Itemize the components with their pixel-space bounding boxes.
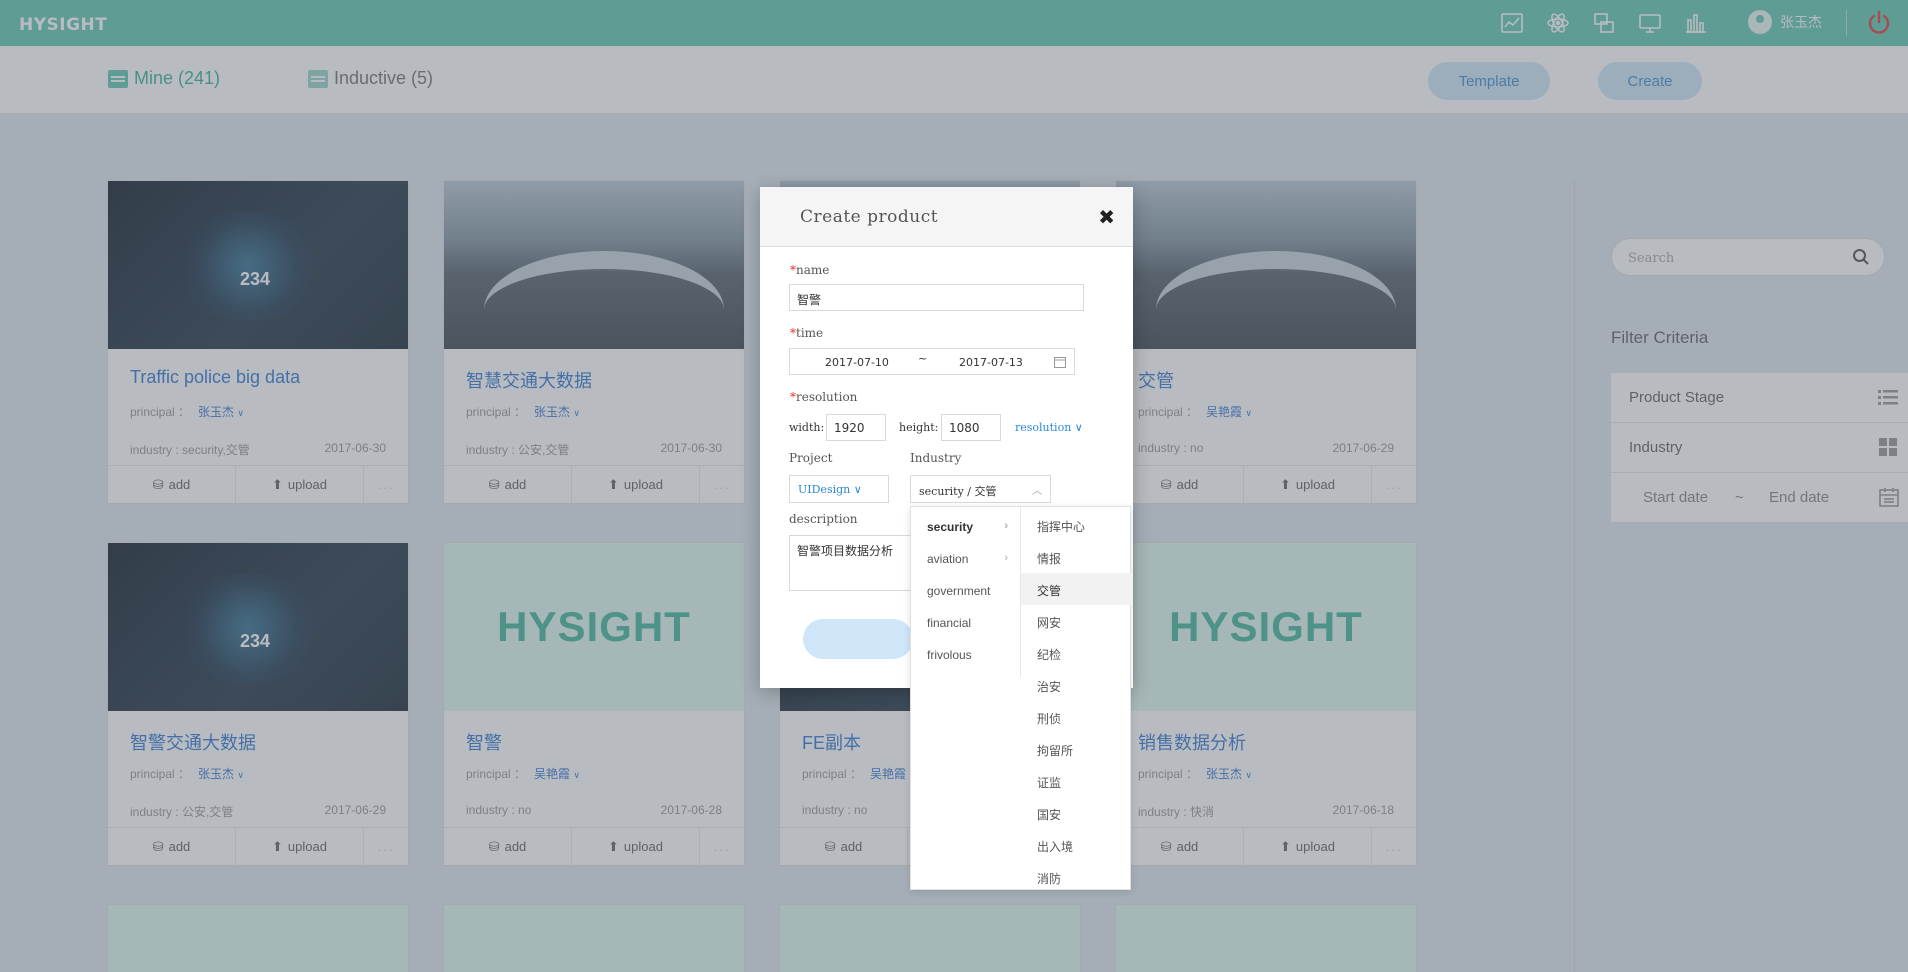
time-end: 2017-07-13 — [959, 356, 1023, 369]
calendar-icon — [1054, 356, 1066, 371]
cascader-option[interactable]: 国安 — [1021, 797, 1132, 829]
resolution-preset-dropdown[interactable]: resolution ∨ — [1015, 421, 1083, 434]
cascader-level1: security › aviation › government financial fri… — [911, 507, 1021, 677]
height-label: height: — [899, 421, 939, 434]
cascader-option-label: financial — [927, 616, 972, 630]
cascader-option[interactable]: 消防 — [1021, 861, 1132, 893]
name-input[interactable]: 智警 — [789, 284, 1084, 311]
description-label: description — [789, 512, 858, 526]
resolution-label: *resolution — [790, 390, 858, 404]
cascader-option[interactable]: 交管 — [1021, 573, 1132, 605]
cascader-option-label: aviation — [927, 552, 969, 566]
cascader-option[interactable]: financial — [911, 607, 1020, 639]
chevron-right-icon: › — [1004, 552, 1008, 564]
industry-select[interactable]: security / 交管 ︿ — [910, 475, 1051, 503]
cascader-option-label: 国安 — [1037, 808, 1062, 822]
cascader-option[interactable]: 刑侦 — [1021, 701, 1132, 733]
cascader-option[interactable]: 拘留所 — [1021, 733, 1132, 765]
chevron-up-icon: ︿ — [1032, 486, 1042, 497]
cascader-option-label: 拘留所 — [1037, 744, 1074, 758]
cascader-option[interactable]: 情报 — [1021, 541, 1132, 573]
width-label: width: — [789, 421, 825, 434]
cascader-option-label: 出入境 — [1037, 840, 1074, 854]
cascader-option-label: 刑侦 — [1037, 712, 1062, 726]
cascader-option[interactable]: 指挥中心 — [1021, 509, 1132, 541]
cascader-option-label: government — [927, 584, 991, 598]
name-label: *name — [790, 263, 830, 277]
project-select[interactable]: UIDesign ∨ — [789, 475, 889, 503]
cascader-option-label: security — [927, 520, 974, 534]
width-input[interactable]: 1920 — [826, 414, 886, 441]
cascader-option-label: 网安 — [1037, 616, 1062, 630]
height-input[interactable]: 1080 — [941, 414, 1001, 441]
cascader-option[interactable]: aviation › — [911, 543, 1020, 575]
cascader-option[interactable]: 网安 — [1021, 605, 1132, 637]
cascader-option-label: 消防 — [1037, 872, 1062, 886]
cascader-option-label: 治安 — [1037, 680, 1062, 694]
cascader-option[interactable]: 出入境 — [1021, 829, 1132, 861]
cascader-option-label: 纪检 — [1037, 648, 1062, 662]
time-range-picker[interactable]: 2017-07-10 ~ 2017-07-13 — [789, 348, 1075, 375]
cascader-option[interactable]: security › — [911, 511, 1020, 543]
modal-title: Create product — [800, 207, 939, 227]
cascader-option[interactable]: 证监 — [1021, 765, 1132, 797]
time-separator: ~ — [918, 352, 928, 365]
modal-header: Create product ✖ — [760, 187, 1133, 247]
submit-button[interactable] — [803, 619, 913, 659]
close-icon[interactable]: ✖ — [1098, 205, 1115, 229]
cascader-option-label: 交管 — [1037, 584, 1062, 598]
cascader-option[interactable]: 治安 — [1021, 669, 1132, 701]
project-label: Project — [789, 451, 833, 465]
cascader-option-label: 证监 — [1037, 776, 1062, 790]
cascader-option[interactable]: frivolous — [911, 639, 1020, 671]
cascader-level2: 指挥中心情报交管网安纪检治安刑侦拘留所证监国安出入境消防 — [1021, 507, 1132, 891]
time-label: *time — [790, 326, 824, 340]
chevron-right-icon: › — [1004, 520, 1008, 532]
industry-cascader: security › aviation › government financial fri… — [910, 506, 1132, 891]
cascader-option[interactable]: 纪检 — [1021, 637, 1132, 669]
cascader-option-label: 指挥中心 — [1037, 520, 1086, 534]
cascader-option-label: 情报 — [1037, 552, 1062, 566]
time-start: 2017-07-10 — [825, 356, 889, 369]
cascader-option-label: frivolous — [927, 648, 972, 662]
cascader-option[interactable]: government — [911, 575, 1020, 607]
industry-label: Industry — [910, 451, 962, 465]
industry-select-value: security / 交管 — [919, 485, 997, 498]
